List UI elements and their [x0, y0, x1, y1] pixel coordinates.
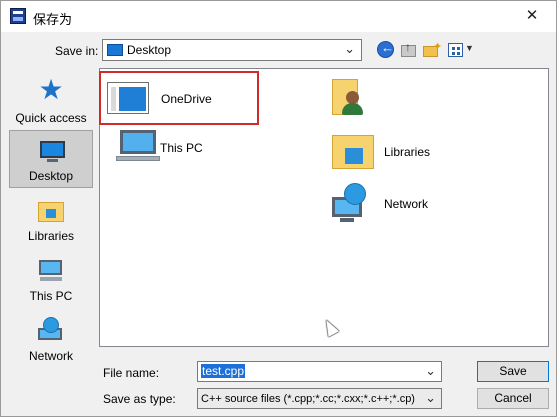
file-name-label: File name: — [103, 366, 160, 380]
libraries-folder-icon — [332, 135, 374, 169]
dropdown-triangle-icon: ▼ — [465, 43, 474, 53]
desktop-monitor-icon — [38, 139, 66, 163]
file-item-label: This PC — [160, 141, 203, 155]
quick-access-star-icon: ★ — [38, 74, 64, 105]
view-menu-button[interactable]: ▼ — [446, 40, 474, 60]
back-button[interactable] — [376, 40, 396, 60]
dialog-title: 保存为 — [33, 12, 73, 27]
file-item-onedrive[interactable]: OneDrive — [99, 71, 259, 125]
up-folder-icon — [401, 40, 416, 57]
place-label: This PC — [29, 289, 73, 303]
place-desktop[interactable]: Desktop — [9, 130, 93, 188]
save-as-dialog: 保存为 ✕ Save in: Desktop ⌄ ✦ ▼ ★ Quick acc… — [0, 0, 557, 417]
file-item-label: Network — [384, 197, 429, 211]
view-menu-icon — [448, 43, 463, 57]
file-name-input[interactable]: test.cpp ⌄ — [197, 361, 442, 382]
new-folder-button[interactable]: ✦ — [422, 40, 442, 60]
user-body-icon — [342, 103, 363, 115]
place-network[interactable]: Network — [9, 310, 93, 367]
place-label: Desktop — [28, 169, 74, 183]
app-icon — [10, 8, 26, 24]
file-item-label: OneDrive — [161, 92, 212, 106]
network-stand-icon — [340, 218, 354, 222]
file-name-value: test.cpp — [201, 364, 246, 378]
place-this-pc[interactable]: This PC — [9, 250, 93, 307]
sparkle-icon: ✦ — [433, 41, 443, 53]
file-list[interactable]: OneDrive This PC Libraries Network — [99, 68, 549, 347]
place-quick-access[interactable]: ★ Quick access — [9, 72, 93, 129]
chevron-down-icon: ⌄ — [425, 390, 436, 405]
onedrive-icon — [107, 82, 149, 114]
save-in-label: Save in: — [55, 44, 99, 58]
save-as-type-label: Save as type: — [103, 392, 176, 406]
save-as-type-dropdown[interactable]: C++ source files (*.cpp;*.cc;*.cxx;*.c++… — [197, 388, 442, 409]
places-bar: ★ Quick access Desktop Libraries This PC… — [7, 68, 94, 371]
file-item-user-folder[interactable] — [332, 75, 392, 121]
desktop-folder-icon — [107, 44, 123, 56]
computer-icon — [37, 258, 65, 282]
close-button[interactable]: ✕ — [514, 4, 550, 28]
file-item-libraries[interactable]: Libraries — [332, 133, 512, 173]
file-item-label: Libraries — [384, 145, 431, 159]
network-icon — [37, 317, 65, 342]
computer-icon — [116, 129, 162, 163]
save-in-value: Desktop — [127, 43, 172, 57]
chevron-down-icon: ⌄ — [344, 41, 355, 56]
place-libraries[interactable]: Libraries — [9, 190, 93, 247]
place-label: Network — [28, 349, 73, 363]
save-as-type-value: C++ source files (*.cpp;*.cc;*.cxx;*.c++… — [201, 393, 415, 405]
file-item-network[interactable]: Network — [332, 183, 512, 227]
up-one-level-button[interactable] — [399, 40, 419, 60]
place-label: Libraries — [27, 229, 75, 243]
save-button[interactable]: Save — [477, 361, 549, 382]
cancel-button[interactable]: Cancel — [477, 388, 549, 409]
place-label: Quick access — [15, 111, 87, 125]
title-bar: 保存为 ✕ — [1, 1, 556, 32]
globe-icon — [344, 183, 366, 205]
save-in-dropdown[interactable]: Desktop ⌄ — [102, 39, 362, 61]
file-item-this-pc[interactable]: This PC — [108, 127, 268, 163]
libraries-folder-icon — [37, 198, 65, 222]
chevron-down-icon[interactable]: ⌄ — [425, 363, 436, 379]
back-arrow-icon — [377, 40, 394, 58]
